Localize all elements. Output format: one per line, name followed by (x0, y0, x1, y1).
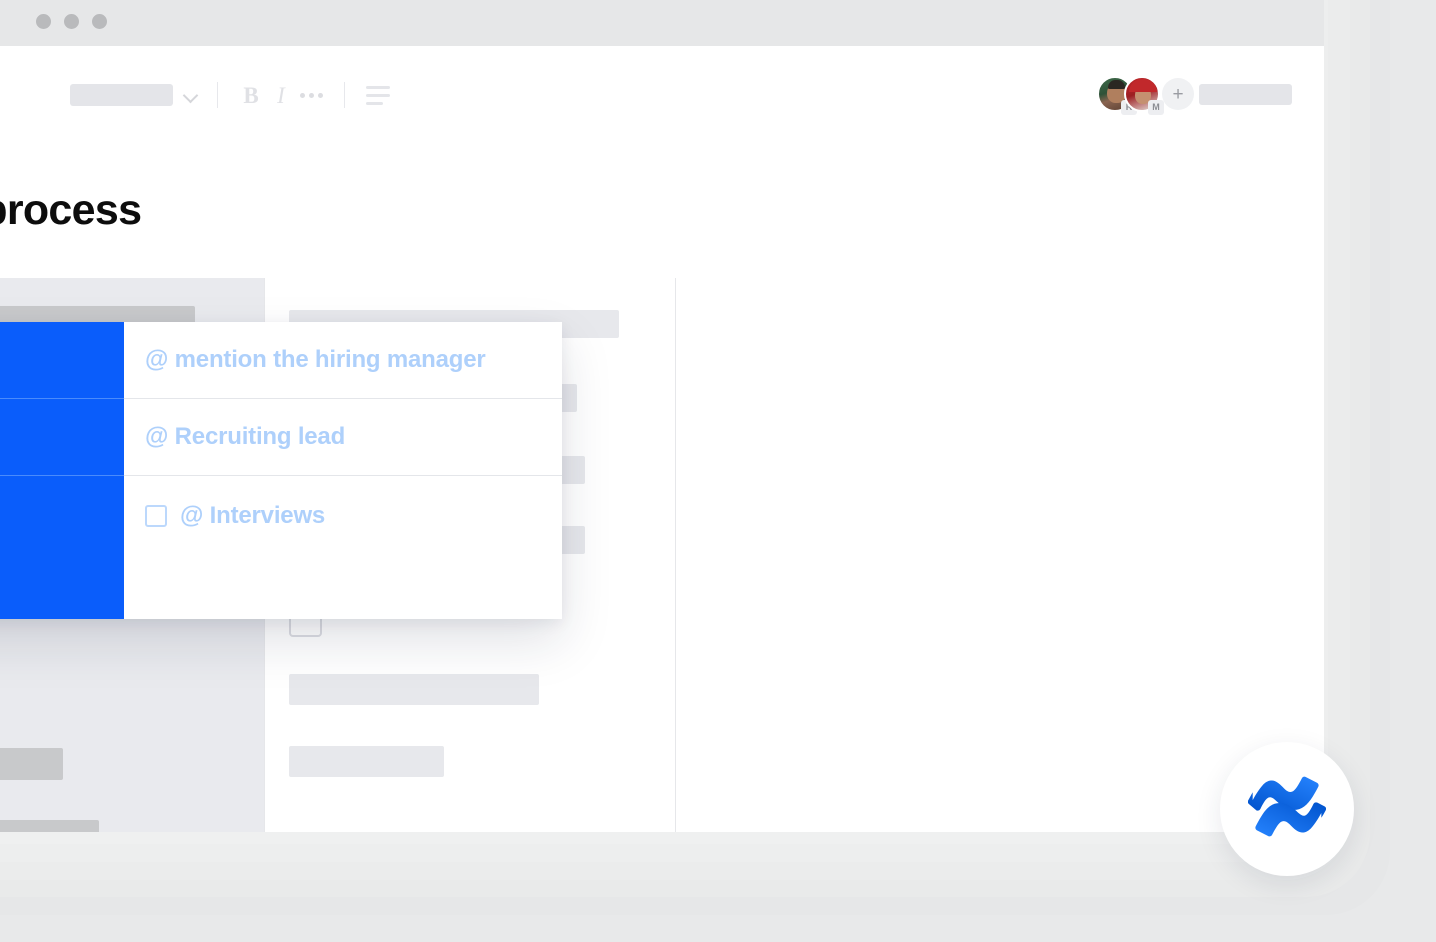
skeleton-bar (289, 674, 539, 705)
overlay-label-recruiting-lead[interactable]: Recruiting lead (0, 399, 124, 476)
overlay-label-column: Hiring manager Recruiting lead Interview… (0, 322, 124, 619)
minimize-window-icon[interactable] (64, 14, 79, 29)
text-align-left-icon (366, 86, 390, 105)
toolbar-divider-2 (344, 82, 345, 108)
overlay-value-interviews-cell[interactable]: @ Interviews (124, 476, 562, 619)
ellipsis-icon (300, 93, 323, 98)
browser-window: B I R (0, 0, 1324, 832)
interviews-task-row: @ Interviews (145, 502, 325, 530)
avatar-badge: M (1148, 100, 1164, 115)
text-align-button[interactable] (363, 80, 393, 110)
skeleton-bar (289, 746, 444, 777)
hiring-roles-overlay-table: Hiring manager Recruiting lead Interview… (0, 322, 562, 619)
text-style-dropdown[interactable] (70, 84, 173, 106)
overlay-value-column: @ mention the hiring manager @ Recruitin… (124, 322, 562, 619)
page-title: Hiring process (0, 186, 141, 235)
confluence-fab-button[interactable] (1220, 742, 1354, 876)
collaborator-avatars[interactable]: R M + (1097, 76, 1194, 112)
skeleton-bar (0, 820, 99, 832)
share-button[interactable] (1199, 84, 1292, 105)
editor-toolbar: B I (70, 78, 393, 112)
confluence-logo-icon (1248, 773, 1326, 845)
overlay-label-hiring-manager[interactable]: Hiring manager (0, 322, 124, 399)
traffic-light-buttons[interactable] (36, 14, 107, 29)
avatar-2-wrapper[interactable]: M (1124, 76, 1160, 112)
browser-titlebar (0, 0, 1324, 46)
italic-button[interactable]: I (266, 80, 296, 110)
screenshot-stage: B I R (0, 0, 1436, 942)
more-formatting-button[interactable] (296, 80, 326, 110)
add-collaborator-button[interactable]: + (1162, 78, 1194, 110)
overlay-label-interviews[interactable]: Interviews (0, 476, 124, 619)
chevron-down-icon[interactable] (183, 87, 199, 103)
overlay-value-hiring-manager[interactable]: @ mention the hiring manager (124, 322, 562, 399)
overlay-value-recruiting-lead[interactable]: @ Recruiting lead (124, 399, 562, 476)
task-checkbox[interactable] (145, 505, 167, 527)
overlay-value-interviews: @ Interviews (180, 502, 325, 530)
bold-button[interactable]: B (236, 80, 266, 110)
close-window-icon[interactable] (36, 14, 51, 29)
browser-viewport: B I R (0, 46, 1324, 832)
maximize-window-icon[interactable] (92, 14, 107, 29)
toolbar-divider-1 (217, 82, 218, 108)
skeleton-bar (0, 748, 63, 780)
